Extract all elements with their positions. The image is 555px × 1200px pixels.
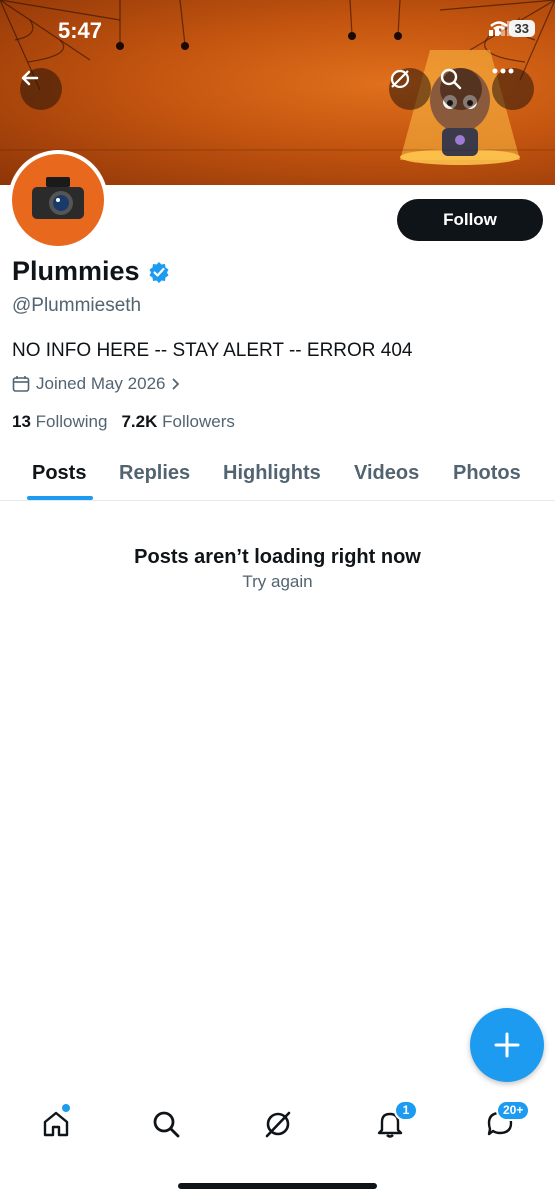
plus-icon	[494, 1032, 520, 1058]
camera-icon	[32, 177, 84, 219]
search-icon	[153, 1111, 180, 1138]
profile-name: Plummies	[12, 256, 140, 286]
grok-icon	[390, 69, 410, 89]
joined-date[interactable]: Joined May 2026	[12, 374, 181, 394]
following-link[interactable]: 13 Following	[12, 412, 107, 432]
messages-badge: 20+	[496, 1100, 531, 1121]
joined-text: Joined May 2026	[36, 374, 166, 393]
chevron-right-icon	[172, 378, 180, 390]
nav-messages[interactable]: 20+	[482, 1100, 531, 1142]
nav-grok[interactable]	[260, 1106, 296, 1142]
more-dots-icon	[492, 68, 514, 74]
following-label: Following	[35, 412, 108, 431]
tab-posts[interactable]: Posts	[32, 462, 86, 485]
bottom-navigation: 1 20+	[0, 1090, 555, 1160]
profile-bio: NO INFO HERE -- STAY ALERT -- ERROR 404	[12, 340, 413, 361]
nav-notifications[interactable]: 1	[372, 1100, 418, 1142]
home-icon	[43, 1111, 69, 1137]
nav-home[interactable]	[38, 1104, 74, 1142]
back-button[interactable]	[20, 68, 62, 110]
home-new-dot	[62, 1104, 70, 1112]
search-button[interactable]	[440, 68, 482, 110]
grok-button[interactable]	[389, 68, 431, 110]
active-tab-indicator	[27, 496, 93, 500]
compose-post-button[interactable]	[470, 1008, 544, 1082]
followers-count: 7.2K	[121, 412, 158, 431]
status-icons: 33	[488, 20, 535, 37]
tab-photos[interactable]: Photos	[453, 462, 521, 485]
battery-indicator: 33	[508, 20, 535, 37]
tab-videos[interactable]: Videos	[354, 462, 419, 485]
calendar-icon	[12, 376, 30, 392]
profile-avatar[interactable]	[8, 150, 108, 250]
home-indicator[interactable]	[178, 1183, 377, 1189]
nav-search[interactable]	[148, 1106, 184, 1142]
notifications-badge: 1	[394, 1100, 418, 1121]
empty-state-title: Posts aren’t loading right now	[134, 546, 421, 568]
following-count: 13	[12, 412, 31, 431]
profile-handle: @Plummieseth	[12, 295, 142, 316]
grok-icon	[265, 1111, 291, 1138]
profile-name-row: Plummies	[12, 256, 170, 287]
tab-replies[interactable]: Replies	[119, 462, 190, 485]
arrow-left-icon	[21, 70, 39, 86]
tab-highlights[interactable]: Highlights	[223, 462, 321, 485]
search-icon	[440, 68, 462, 90]
more-options-button[interactable]	[492, 68, 534, 110]
verified-badge-icon[interactable]	[148, 261, 170, 283]
follow-stats: 13 Following 7.2K Followers	[12, 412, 235, 432]
try-again-link[interactable]: Try again	[0, 572, 555, 592]
follow-button[interactable]: Follow	[397, 199, 543, 241]
status-time: 5:47	[58, 18, 103, 43]
followers-label: Followers	[162, 412, 235, 431]
profile-tabs: Posts Replies Highlights Videos Photos	[0, 450, 555, 501]
followers-link[interactable]: 7.2K Followers	[121, 412, 234, 432]
